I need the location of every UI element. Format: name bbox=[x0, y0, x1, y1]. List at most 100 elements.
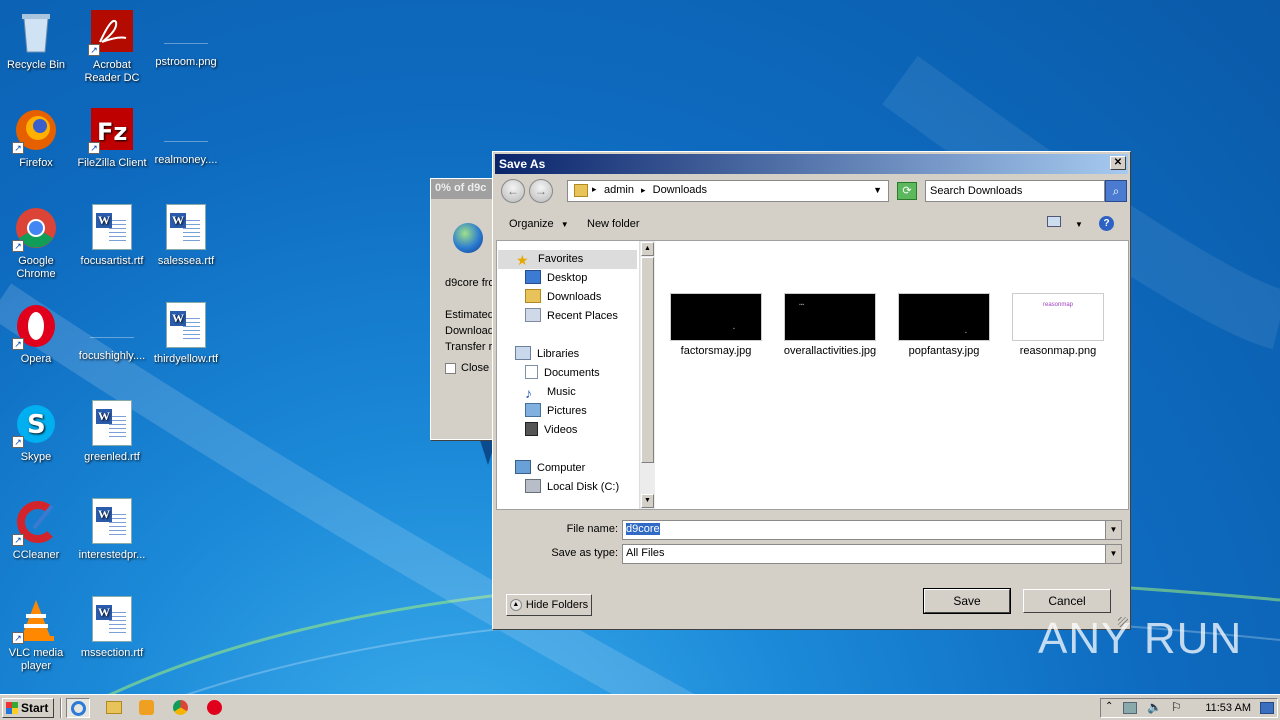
desktop-icon-salessea[interactable]: W salessea.rtf bbox=[148, 204, 224, 268]
shortcut-arrow-icon: ↗ bbox=[88, 44, 100, 56]
explorer-folder-icon[interactable] bbox=[102, 698, 126, 718]
organize-menu[interactable]: Organize ▼ bbox=[509, 218, 569, 230]
desktop-icon-recycle-bin[interactable]: Recycle Bin bbox=[0, 8, 74, 72]
file-name-field[interactable]: d9core ▼ bbox=[622, 520, 1122, 540]
file-item[interactable]: ▪ popfantasy.jpg bbox=[889, 293, 999, 357]
music-icon: ♪ bbox=[525, 385, 532, 402]
file-item[interactable]: reasonmap reasonmap.png bbox=[1003, 293, 1113, 357]
nav-downloads[interactable]: Downloads bbox=[525, 288, 601, 307]
save-type-select[interactable]: All Files ▼ bbox=[622, 544, 1122, 564]
nav-music[interactable]: ♪ Music bbox=[525, 383, 576, 402]
shortcut-arrow-icon: ↗ bbox=[12, 534, 24, 546]
view-dropdown-icon[interactable]: ▼ bbox=[1075, 220, 1083, 229]
firefox-icon: ↗ bbox=[12, 106, 60, 154]
scroll-down-arrow[interactable]: ▼ bbox=[641, 494, 654, 508]
checkbox-box[interactable] bbox=[445, 362, 456, 374]
refresh-button[interactable]: ⟳ bbox=[897, 182, 917, 200]
navigation-pane: ★ Favorites Desktop Downloads Recent Plac… bbox=[497, 241, 639, 509]
desktop-icon-greenled[interactable]: W greenled.rtf bbox=[74, 400, 150, 464]
desktop-icon-interestedpr[interactable]: W interestedpr... bbox=[74, 498, 150, 562]
navigation-bar: ← → ▸ admin ▸ Downloads ▼ ⟳ Search Downl… bbox=[495, 176, 1128, 208]
opera-taskbar-icon[interactable] bbox=[202, 698, 226, 718]
computer-icon bbox=[515, 460, 531, 475]
forward-button[interactable]: → bbox=[529, 179, 553, 203]
desktop-icon-filezilla[interactable]: Fz ↗ FileZilla Client bbox=[74, 106, 150, 170]
nav-recent-places[interactable]: Recent Places bbox=[525, 307, 618, 326]
desktop-icon-pstroom[interactable]: pstroom.png bbox=[148, 8, 224, 69]
watermark: ANY RUN bbox=[1038, 614, 1243, 663]
file-name: overallactivities.jpg bbox=[783, 345, 877, 357]
show-desktop-icon[interactable] bbox=[1260, 702, 1274, 714]
nav-videos[interactable]: Videos bbox=[525, 421, 577, 440]
file-item[interactable]: ▪▪▪ overallactivities.jpg bbox=[775, 293, 885, 357]
shortcut-arrow-icon: ↗ bbox=[12, 338, 24, 350]
image-thumbnail: ▪▪▪ bbox=[784, 293, 876, 341]
pictures-icon bbox=[525, 403, 541, 418]
save-as-dialog[interactable]: Save As ✕ ← → ▸ admin ▸ Downloads ▼ ⟳ Se… bbox=[492, 151, 1131, 630]
close-when-done-checkbox[interactable]: Close bbox=[445, 362, 489, 374]
show-hidden-icons-icon[interactable]: ⌃ bbox=[1105, 701, 1113, 712]
desktop-icon-acrobat[interactable]: ↗ Acrobat Reader DC bbox=[74, 8, 150, 85]
desktop-icon-mssection[interactable]: W mssection.rtf bbox=[74, 596, 150, 660]
file-name-row: File name: d9core ▼ bbox=[493, 520, 1132, 540]
chrome-icon: ↗ bbox=[12, 204, 60, 252]
nav-local-disk[interactable]: Local Disk (C:) bbox=[525, 478, 619, 497]
cancel-button[interactable]: Cancel bbox=[1023, 589, 1111, 613]
word-document-icon: W bbox=[88, 498, 136, 546]
desktop-icon-vlc[interactable]: ↗ VLC media player bbox=[0, 596, 74, 673]
save-type-value: All Files bbox=[626, 547, 665, 559]
desktop-icon-chrome[interactable]: ↗ Google Chrome bbox=[0, 204, 74, 281]
network-icon[interactable] bbox=[1123, 702, 1137, 714]
nav-desktop[interactable]: Desktop bbox=[525, 269, 587, 288]
start-button[interactable]: Start bbox=[2, 698, 54, 718]
close-button[interactable]: ✕ bbox=[1110, 156, 1126, 170]
globe-icon bbox=[453, 223, 483, 253]
acrobat-icon: ↗ bbox=[88, 8, 136, 56]
nav-computer[interactable]: Computer bbox=[515, 459, 585, 478]
nav-documents[interactable]: Documents bbox=[525, 364, 600, 383]
clock[interactable]: 11:53 AM bbox=[1205, 702, 1251, 714]
back-button[interactable]: ← bbox=[501, 179, 525, 203]
desktop-icon-skype[interactable]: S ↗ Skype bbox=[0, 400, 74, 464]
shortcut-arrow-icon: ↗ bbox=[12, 142, 24, 154]
file-item[interactable]: ▪ factorsmay.jpg bbox=[661, 293, 771, 357]
action-center-flag-icon[interactable]: ⚐ bbox=[1171, 700, 1182, 714]
word-document-icon: W bbox=[88, 596, 136, 644]
chevron-down-icon[interactable]: ▼ bbox=[873, 185, 882, 195]
hide-folders-button[interactable]: ▲ Hide Folders bbox=[506, 594, 592, 616]
chrome-taskbar-icon[interactable] bbox=[168, 698, 192, 718]
view-icon[interactable] bbox=[1047, 216, 1061, 230]
chevron-down-icon[interactable]: ▼ bbox=[1105, 545, 1121, 563]
system-tray: ⌃ 🔈 ⚐ 11:53 AM bbox=[1100, 698, 1278, 718]
shortcut-arrow-icon: ↗ bbox=[12, 240, 24, 252]
desktop-icon-focushighly[interactable]: focushighly.... bbox=[74, 302, 150, 363]
nav-pictures[interactable]: Pictures bbox=[525, 402, 587, 421]
breadcrumb-downloads[interactable]: Downloads bbox=[653, 184, 707, 196]
search-icon[interactable]: ⌕ bbox=[1105, 180, 1127, 202]
search-input[interactable]: Search Downloads bbox=[925, 180, 1105, 202]
file-list: ▪ factorsmay.jpg ▪▪▪ overallactivities.j… bbox=[659, 241, 1128, 509]
desktop-icon-ccleaner[interactable]: ↗ CCleaner bbox=[0, 498, 74, 562]
chevron-down-icon[interactable]: ▼ bbox=[1105, 521, 1121, 539]
scroll-up-arrow[interactable]: ▲ bbox=[641, 242, 654, 256]
media-player-icon[interactable] bbox=[134, 698, 158, 718]
nav-libraries[interactable]: Libraries bbox=[515, 345, 579, 364]
nav-scrollbar[interactable]: ▲ ▼ bbox=[639, 241, 655, 509]
volume-icon[interactable]: 🔈 bbox=[1147, 700, 1162, 714]
desktop-icon-realmoney[interactable]: realmoney.... bbox=[148, 106, 224, 167]
desktop-icon-focusartist[interactable]: W focusartist.rtf bbox=[74, 204, 150, 268]
breadcrumb-admin[interactable]: admin bbox=[604, 184, 634, 196]
recycle-bin-icon bbox=[12, 8, 60, 56]
nav-favorites[interactable]: ★ Favorites bbox=[498, 250, 637, 269]
internet-explorer-icon[interactable] bbox=[66, 698, 90, 718]
ccleaner-icon: ↗ bbox=[12, 498, 60, 546]
dialog-titlebar[interactable]: Save As ✕ bbox=[495, 154, 1128, 174]
help-icon[interactable]: ? bbox=[1099, 216, 1114, 231]
address-bar[interactable]: ▸ admin ▸ Downloads ▼ bbox=[567, 180, 889, 202]
scrollbar-thumb[interactable] bbox=[641, 257, 654, 463]
desktop-icon-firefox[interactable]: ↗ Firefox bbox=[0, 106, 74, 170]
desktop-icon-opera[interactable]: ↗ Opera bbox=[0, 302, 74, 366]
desktop-icon-thirdyellow[interactable]: W thirdyellow.rtf bbox=[148, 302, 224, 366]
save-button[interactable]: Save bbox=[923, 588, 1011, 614]
new-folder-button[interactable]: New folder bbox=[587, 218, 640, 230]
